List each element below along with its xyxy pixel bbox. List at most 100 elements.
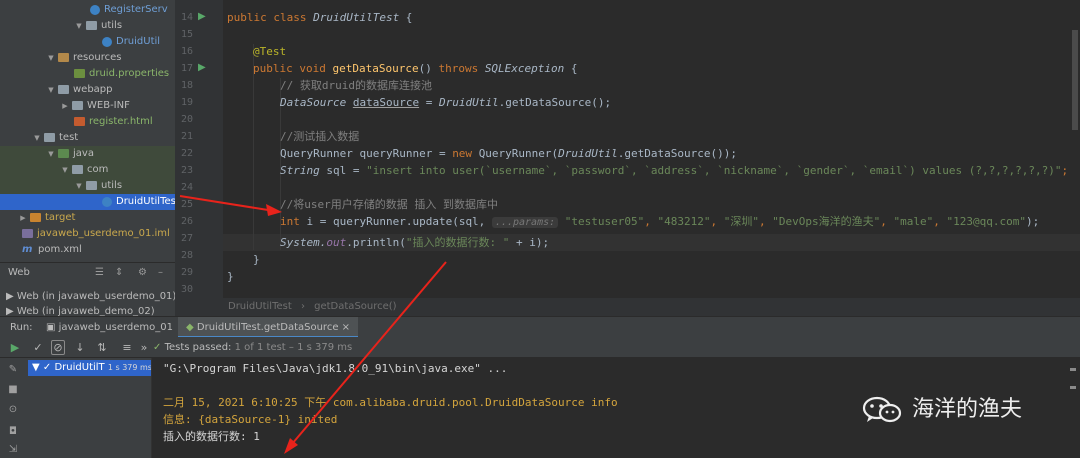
java-class-icon [90,5,100,15]
tree-item-web-inf[interactable]: ▶ WEB-INF [0,98,175,114]
tree-item-druid-properties[interactable]: druid.properties [0,66,175,82]
html-file-icon [74,117,85,126]
line-number: 20 [180,114,193,125]
run-tab-userdemo[interactable]: ▣ javaweb_userdemo_01 [38,317,181,338]
tree-item-pom[interactable]: m pom.xml [0,242,175,258]
more-icon[interactable]: » [137,337,151,358]
chevron-down-icon[interactable]: ▼ [32,362,40,373]
code-editor[interactable]: public class DruidUtilTest { @Test publi… [223,0,1080,298]
stop-icon[interactable]: ■ [7,384,19,396]
camera-icon[interactable]: ◘ [7,426,19,438]
expand-all-icon[interactable]: ☰ [95,263,104,283]
wechat-logo-icon [862,396,902,423]
chevron-down-icon[interactable]: ▼ [60,162,70,178]
line-number: 17 [180,63,193,74]
line-number: 29 [180,267,193,278]
tree-item-druidutiltest[interactable]: DruidUtilTest [0,194,175,210]
chevron-right-icon[interactable]: ▶ [60,98,70,114]
collapse-all-icon[interactable]: ⇕ [115,263,123,283]
tree-item-com[interactable]: ▼ com [0,162,175,178]
web-panel-title: Web [8,267,30,278]
tree-item-target[interactable]: ▶ target [0,210,175,226]
folder-icon [44,133,55,142]
chevron-right-icon[interactable]: ▶ [18,210,28,226]
rerun-icon[interactable]: ▶ [8,337,22,358]
line-number: 26 [180,216,193,227]
run-tab-druidutiltest[interactable]: ◆ DruidUtilTest.getDataSource × [178,317,359,338]
chevron-down-icon[interactable]: ▼ [46,50,56,66]
run-class-icon[interactable]: ▶ [198,12,208,22]
check-icon: ✓ [42,362,52,373]
test-folder-icon [58,149,69,158]
code-line-28: } [253,253,260,266]
folder-icon [72,101,83,110]
code-line-18: // 获取druid的数据库连接池 [280,79,432,92]
project-tree: RegisterServ ▼ utils DruidUtil ▼ resources… [0,0,175,262]
minimize-icon[interactable]: – [158,263,163,283]
show-ignored-icon[interactable]: ⊘ [51,340,65,355]
editor-gutter: 14 15 16 17 18 19 20 21 22 23 24 25 26 27 28 29 30 ▶ ▶ [175,0,223,298]
parameter-hint: ...params: [491,217,559,228]
tree-item-registerservlet[interactable]: RegisterServ [0,2,175,18]
tree-item-test-java[interactable]: ▼ java [0,146,175,162]
tree-item-resources[interactable]: ▼ resources [0,50,175,66]
breadcrumb-class[interactable]: DruidUtilTest [228,301,292,312]
scroll-down-icon[interactable] [1070,386,1076,389]
tree-item-test-utils[interactable]: ▼ utils [0,178,175,194]
run-config-icon: ▣ [46,322,56,333]
expand-icon[interactable]: ≡ [120,337,134,358]
tree-item-test[interactable]: ▼ test [0,130,175,146]
sort-alpha-icon[interactable]: ↓ [73,337,87,358]
line-number: 19 [180,97,193,108]
test-result-row[interactable]: ▼ ✓ DruidUtilT 1 s 379 ms [28,360,152,376]
code-line-27: System.out.println("插入的数据行数: " + i); [280,236,550,249]
line-number: 22 [180,148,193,159]
console-line: 插入的数据行数: 1 [163,430,260,443]
chevron-right-icon[interactable]: ▶ [6,291,14,302]
chevron-down-icon[interactable]: ▼ [46,82,56,98]
wrench-icon[interactable]: ✎ [7,364,19,376]
properties-file-icon [74,69,85,78]
line-number: 27 [180,233,193,244]
code-line-26: int i = queryRunner.update(sql, ...param… [280,215,1040,228]
chevron-down-icon[interactable]: ▼ [46,146,56,162]
chevron-down-icon[interactable]: ▼ [74,178,84,194]
code-line-21: //测试插入数据 [280,130,360,143]
toggle-icon[interactable]: ⊙ [7,404,19,416]
tree-item-utils[interactable]: ▼ utils [0,18,175,34]
run-tabs-bar: Run: ▣ javaweb_userdemo_01 ◆ DruidUtilTe… [0,316,1080,338]
watermark-text: 海洋的渔夫 [912,397,1023,422]
line-number: 15 [180,29,193,40]
breadcrumb-separator-icon: › [300,301,305,312]
line-number: 18 [180,80,193,91]
line-number: 28 [180,250,193,261]
test-results-tree: ▼ ✓ DruidUtilT 1 s 379 ms [25,358,152,458]
run-side-toolbar: ✎ ■ ⊙ ◘ ⇲ [0,358,25,458]
tree-item-webapp[interactable]: ▼ webapp [0,82,175,98]
editor-scrollbar[interactable] [1072,30,1078,130]
console-line: "G:\Program Files\Java\jdk1.8.0_91\bin\j… [163,362,508,375]
line-number: 24 [180,182,193,193]
close-icon[interactable]: × [342,322,350,333]
breadcrumb-method[interactable]: getDataSource() [314,301,396,312]
scroll-up-icon[interactable] [1070,368,1076,371]
test-run-icon: ◆ [186,322,194,333]
run-method-icon[interactable]: ▶ [198,63,208,73]
line-number: 30 [180,284,193,295]
check-icon: ✓ [153,342,162,353]
tree-item-register-html[interactable]: register.html [0,114,175,130]
import-icon[interactable]: ⇲ [7,444,19,456]
code-line-16: @Test [253,45,287,58]
code-line-25: //将user用户存储的数据 插入 到数据库中 [280,198,498,211]
tree-item-druidutil[interactable]: DruidUtil [0,34,175,50]
tree-item-iml[interactable]: javaweb_userdemo_01.iml [0,226,175,242]
gear-icon[interactable]: ⚙ [138,263,147,283]
web-item-userdemo[interactable]: ▶ Web (in javaweb_userdemo_01) [0,289,176,304]
console-scroll-toolbar [1070,368,1076,389]
package-icon [86,181,97,190]
show-passed-icon[interactable]: ✓ [31,337,45,358]
chevron-down-icon[interactable]: ▼ [32,130,42,146]
chevron-down-icon[interactable]: ▼ [74,18,84,34]
web-folder-icon [58,85,69,94]
sort-duration-icon[interactable]: ⇅ [95,337,109,358]
